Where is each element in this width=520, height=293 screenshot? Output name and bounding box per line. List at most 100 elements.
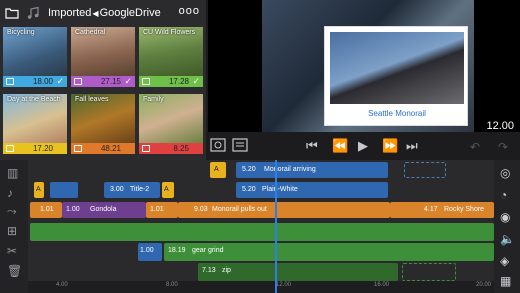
audio-clip-main[interactable] (30, 223, 494, 241)
clip-duration: 3.00 (110, 186, 124, 193)
browser-header: Imported◀GoogleDrive ooo (0, 0, 206, 26)
folder-icon[interactable] (5, 6, 19, 20)
music-icon[interactable]: ♪ (7, 186, 13, 200)
media-thumb-day-at-the-beach[interactable]: Day at the Beach 17.20 (3, 94, 67, 154)
clip-duration: 9.03 (194, 206, 208, 213)
browser-breadcrumb[interactable]: Imported◀GoogleDrive (48, 7, 161, 19)
thumb-info-bar: 27.15 ✓ (71, 76, 135, 87)
audio-mix-icon[interactable]: ◈ (500, 254, 509, 268)
thumb-duration: 18.00 (32, 77, 53, 86)
video-icon (74, 78, 82, 85)
clip-duration: 1.00 (66, 206, 80, 213)
clip-duration: 1.01 (150, 206, 164, 213)
ripple-icon[interactable]: ◉ (500, 210, 510, 224)
timeline[interactable]: ▥ ♪ ⤳ ⊞ ✂ 🗑 ◎ ◔ ◉ 🔈 ◈ ▦ A 5.20 Monorail … (0, 160, 520, 293)
add-clip-icon[interactable]: ⊞ (7, 224, 17, 238)
app-root: Imported◀GoogleDrive ooo Bicycling 18.00… (0, 0, 520, 293)
ruler-tick: 4.00 (56, 282, 68, 288)
audio-clip-gear-grind[interactable]: 18.19 gear grind (164, 243, 494, 261)
media-thumb-cathedral[interactable]: Cathedral 27.15 ✓ (71, 27, 135, 87)
text-clip-marker[interactable]: A (210, 162, 226, 178)
video-clip[interactable]: 1.01 (30, 202, 62, 218)
clip-duration: 4.17 (424, 206, 438, 213)
video-icon (6, 145, 14, 152)
music-note-icon[interactable] (26, 6, 40, 20)
right-toolbar: ◎ ◔ ◉ 🔈 ◈ ▦ (494, 160, 520, 293)
clip-label: Monorail arriving (264, 166, 316, 173)
title-clip-small[interactable] (50, 182, 78, 198)
frame-icon[interactable] (210, 137, 226, 153)
step-back-button[interactable]: ⏪ (332, 138, 348, 154)
skip-forward-button[interactable]: ⏭ (406, 138, 418, 154)
breadcrumb-parent[interactable]: Imported (48, 7, 91, 19)
empty-audio-slot[interactable] (402, 263, 456, 281)
clip-label: gear grind (192, 247, 224, 254)
checkmark-icon: ✓ (192, 76, 200, 86)
more-options-button[interactable]: ooo (179, 5, 200, 17)
thumb-duration: 17.28 (168, 77, 189, 86)
thumb-duration: 8.25 (173, 144, 189, 153)
settings-list-icon[interactable] (232, 137, 248, 153)
split-icon[interactable]: ⤳ (7, 204, 17, 219)
target-icon[interactable]: ◎ (500, 166, 510, 180)
time-ruler[interactable]: 4.00 8.00 12.00 16.00 20.00 (28, 281, 494, 293)
title-card-overlay[interactable]: Seattle Monorail (324, 26, 468, 126)
video-clip-rocky-shore[interactable]: 4.17 Rocky Shore (390, 202, 494, 218)
step-forward-button[interactable]: ⏩ (382, 138, 398, 154)
clip-duration: 1.00 (140, 247, 154, 254)
redo-icon[interactable]: ↷ (498, 140, 508, 154)
clip-label: Gondola (90, 206, 117, 213)
clip-label: Monorail pulls out (212, 206, 267, 213)
audio-clip-zip[interactable]: 7.13 zip (198, 263, 398, 281)
thumb-info-bar: 17.20 (3, 143, 67, 154)
title-clip-title-2[interactable]: 3.00 Title-2 (104, 182, 160, 198)
ruler-tick: 16.00 (374, 282, 390, 288)
checkmark-icon: ✓ (124, 76, 132, 86)
video-icon (142, 145, 150, 152)
thumb-info-bar: 18.00 ✓ (3, 76, 67, 87)
video-preview[interactable]: Seattle Monorail 12.00 (208, 0, 520, 132)
title-clip-plain-white[interactable]: 5.20 Plain-White (236, 182, 388, 198)
title-card-caption: Seattle Monorail (368, 109, 426, 118)
play-button[interactable]: ▶ (358, 138, 368, 154)
speed-icon[interactable]: ◔ (500, 188, 507, 202)
audio-clip-small[interactable]: 1.00 (138, 243, 162, 261)
thumb-info-bar: 8.25 (139, 143, 203, 154)
media-thumb-fall-leaves[interactable]: Fall leaves 48.21 (71, 94, 135, 154)
thumb-info-bar: 48.21 (71, 143, 135, 154)
clip-label: A (36, 186, 41, 193)
video-clip-monorail-pulls-out[interactable]: 9.03 Monorail pulls out (178, 202, 390, 218)
undo-icon[interactable]: ↶ (470, 140, 480, 154)
empty-clip-slot[interactable] (404, 162, 446, 178)
skip-back-button[interactable]: ⏮ (306, 138, 318, 154)
media-browser: Imported◀GoogleDrive ooo Bicycling 18.00… (0, 0, 206, 160)
media-thumb-family[interactable]: Family 8.25 (139, 94, 203, 154)
clip-label: Plain-White (262, 186, 298, 193)
text-clip-marker[interactable]: A (34, 182, 44, 198)
scissors-icon[interactable]: ✂ (7, 244, 17, 258)
clip-duration: 7.13 (202, 267, 216, 274)
grid-icon[interactable]: ▦ (500, 274, 511, 288)
clip-duration: 1.01 (40, 206, 54, 213)
media-thumb-bicycling[interactable]: Bicycling 18.00 ✓ (3, 27, 67, 87)
video-clip-gondola[interactable]: 1.00 Gondola (62, 202, 146, 218)
video-icon (142, 78, 150, 85)
media-thumb-cu-wild-flowers[interactable]: CU Wild Flowers 17.28 ✓ (139, 27, 203, 87)
clip-duration: 5.20 (242, 186, 256, 193)
ruler-tick: 12.00 (276, 282, 292, 288)
thumb-info-bar: 17.28 ✓ (139, 76, 203, 87)
playhead[interactable] (275, 160, 277, 293)
clip-label: Rocky Shore (444, 206, 485, 213)
video-clip[interactable]: 1.01 (146, 202, 178, 218)
text-clip-marker[interactable]: A (162, 182, 174, 198)
trash-icon[interactable]: 🗑 (7, 264, 22, 278)
thumb-duration: 48.21 (100, 144, 121, 153)
volume-icon[interactable]: 🔈 (500, 232, 515, 246)
clip-label: zip (222, 267, 231, 274)
breadcrumb-chevron-icon: ◀ (92, 9, 99, 18)
thumb-duration: 17.20 (32, 144, 53, 153)
clip-label: A (214, 166, 219, 173)
bar-chart-icon[interactable]: ▥ (7, 166, 18, 180)
title-clip-monorail-arriving[interactable]: 5.20 Monorail arriving (236, 162, 388, 178)
breadcrumb-current: GoogleDrive (99, 7, 161, 19)
